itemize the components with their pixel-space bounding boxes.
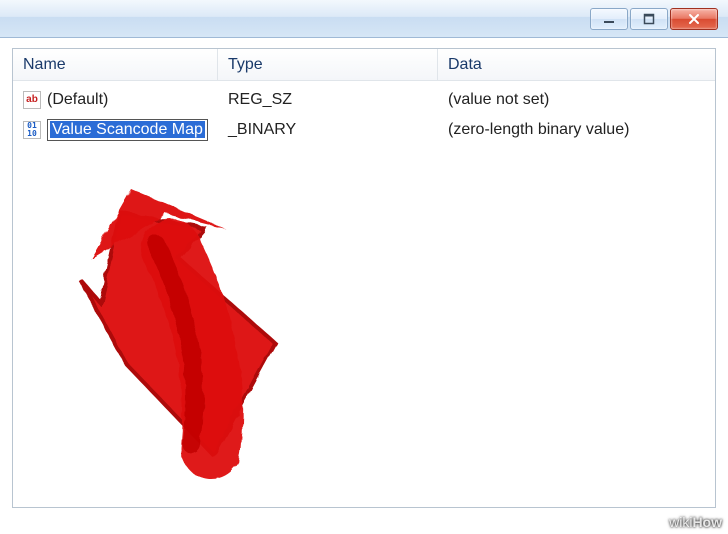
value-data: (zero-length binary value) bbox=[438, 121, 715, 139]
binary-value-icon: 0110 bbox=[23, 121, 41, 139]
list-header: Name Type Data bbox=[13, 49, 715, 81]
annotation-arrow bbox=[61, 179, 341, 479]
table-row[interactable]: 0110 Value Scancode Map _BINARY (zero-le… bbox=[13, 115, 715, 145]
column-header-name[interactable]: Name bbox=[13, 49, 218, 80]
list-body: ab (Default) REG_SZ (value not set) 0110… bbox=[13, 81, 715, 145]
maximize-button[interactable] bbox=[630, 8, 668, 30]
column-header-type[interactable]: Type bbox=[218, 49, 438, 80]
registry-list-panel: Name Type Data ab (Default) REG_SZ (valu… bbox=[12, 48, 716, 508]
column-header-data[interactable]: Data bbox=[438, 49, 715, 80]
watermark-how: How bbox=[692, 514, 722, 530]
close-button[interactable] bbox=[670, 8, 718, 30]
minimize-icon bbox=[603, 13, 615, 25]
watermark: wikiHow bbox=[669, 514, 722, 530]
close-icon bbox=[687, 13, 701, 25]
value-name: (Default) bbox=[47, 91, 108, 109]
value-data: (value not set) bbox=[438, 91, 715, 109]
string-value-icon: ab bbox=[23, 91, 41, 109]
window-titlebar bbox=[0, 0, 728, 38]
value-type: _BINARY bbox=[218, 121, 438, 139]
value-type: REG_SZ bbox=[218, 91, 438, 109]
table-row[interactable]: ab (Default) REG_SZ (value not set) bbox=[13, 85, 715, 115]
watermark-wiki: wiki bbox=[669, 514, 692, 530]
rename-input[interactable]: Value Scancode Map bbox=[47, 119, 208, 141]
minimize-button[interactable] bbox=[590, 8, 628, 30]
maximize-icon bbox=[643, 13, 655, 25]
